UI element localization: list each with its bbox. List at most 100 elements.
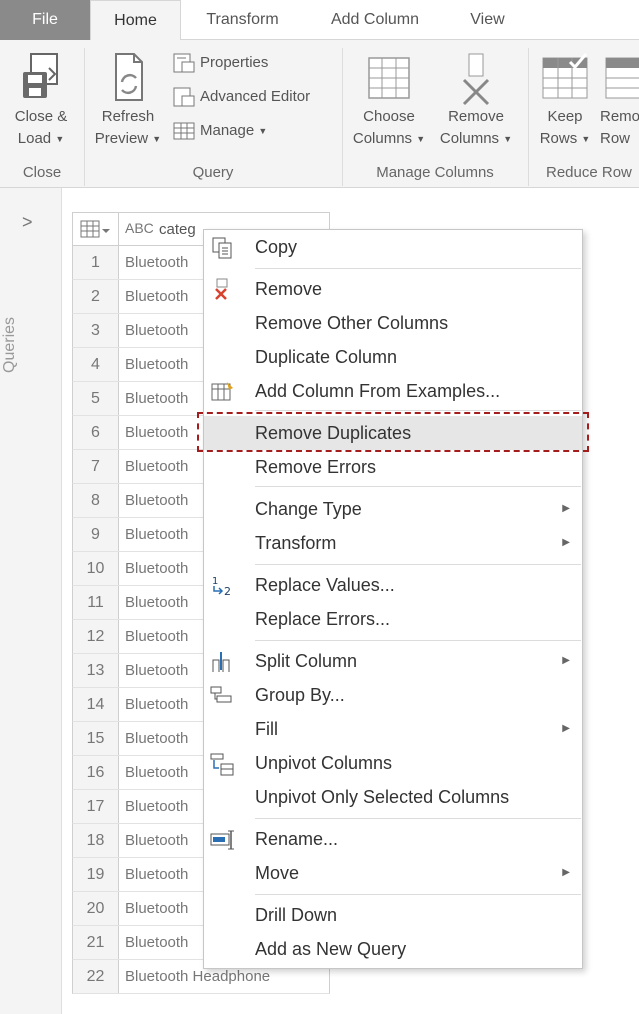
keep-rows-icon (542, 53, 588, 99)
remove-columns-icon (462, 53, 490, 106)
tab-home[interactable]: Home (90, 0, 181, 41)
row-number: 2 (73, 280, 119, 313)
table-cell[interactable]: Bluetooth (125, 348, 188, 381)
menu-item-add-column-from-examples[interactable]: Add Column From Examples... (204, 374, 582, 408)
group-label-reduce-rows: Reduce Row (546, 164, 632, 181)
menu-item-duplicate-column[interactable]: Duplicate Column (204, 340, 582, 374)
remove-rows-button[interactable]: Remo Row (600, 50, 639, 150)
menu-item-replace-errors[interactable]: Replace Errors... (204, 602, 582, 636)
row-number: 1 (73, 246, 119, 279)
menu-item-group-by[interactable]: Group By... (204, 678, 582, 712)
menu-item-replace-values[interactable]: 1 2 Replace Values... (204, 568, 582, 602)
add-column-examples-icon (209, 380, 235, 404)
menu-item-drill-down[interactable]: Drill Down (204, 898, 582, 932)
table-cell[interactable]: Bluetooth (125, 518, 188, 551)
table-cell[interactable]: Bluetooth (125, 484, 188, 517)
keep-rows-label-2: Rows ▼ (539, 130, 591, 147)
menu-item-label: Change Type (255, 499, 362, 519)
table-cell[interactable]: Bluetooth (125, 314, 188, 347)
table-cell[interactable]: Bluetooth (125, 620, 188, 653)
tab-file[interactable]: File (0, 0, 90, 40)
table-cell[interactable]: Bluetooth (125, 688, 188, 721)
menu-separator (255, 818, 581, 819)
expand-queries-chevron-icon[interactable]: > (22, 212, 33, 233)
chevron-down-icon: ▼ (581, 134, 591, 145)
row-number: 16 (73, 756, 119, 789)
row-number: 20 (73, 892, 119, 925)
menu-item-copy[interactable]: Copy (204, 230, 582, 264)
close-and-load-label-2: Load ▼ (17, 130, 65, 147)
group-label-query: Query (192, 164, 234, 181)
menu-separator (255, 486, 581, 487)
choose-columns-label-1: Choose (363, 108, 415, 125)
table-cell[interactable]: Bluetooth (125, 382, 188, 415)
advanced-editor-button[interactable]: Advanced Editor (172, 84, 310, 110)
group-label-close: Close (22, 164, 62, 181)
chevron-down-icon: ▼ (55, 134, 65, 145)
queries-pane-label: Queries (1, 316, 18, 373)
menu-item-transform[interactable]: Transform ▶ (204, 526, 582, 560)
copy-icon (209, 236, 235, 260)
row-number: 3 (73, 314, 119, 347)
menu-item-unpivot-only-selected-columns[interactable]: Unpivot Only Selected Columns (204, 780, 582, 814)
table-cell[interactable]: Bluetooth (125, 824, 188, 857)
table-cell[interactable]: Bluetooth (125, 926, 188, 959)
row-number: 14 (73, 688, 119, 721)
menu-separator (255, 640, 581, 641)
menu-item-label: Drill Down (255, 905, 338, 925)
tab-add-column[interactable]: Add Column (315, 0, 435, 40)
table-cell[interactable]: Bluetooth (125, 552, 188, 585)
menu-item-fill[interactable]: Fill ▶ (204, 712, 582, 746)
refresh-label-1: Refresh (101, 108, 155, 125)
text-type-icon[interactable]: ABC (125, 220, 154, 236)
replace-values-icon: 12 (209, 574, 235, 598)
menu-item-change-type[interactable]: Change Type ▶ (204, 492, 582, 526)
table-cell[interactable]: Bluetooth (125, 858, 188, 891)
table-cell[interactable]: Bluetooth (125, 722, 188, 755)
submenu-arrow-icon: ▶ (562, 723, 570, 734)
table-cell[interactable]: Bluetooth (125, 756, 188, 789)
submenu-arrow-icon: ▶ (562, 655, 570, 666)
rename-icon (209, 828, 235, 852)
menu-item-label: Group By... (255, 685, 345, 705)
choose-columns-button[interactable]: Choose Columns ▼ (348, 50, 430, 150)
menu-item-remove-errors[interactable]: Remove Errors (204, 450, 582, 484)
table-cell[interactable]: Bluetooth (125, 450, 188, 483)
menu-item-remove[interactable]: Remove (204, 272, 582, 306)
table-cell[interactable]: Bluetooth (125, 654, 188, 687)
remove-rows-icon (605, 57, 639, 99)
ribbon-tab-bar: File Home Transform Add Column View (0, 0, 639, 41)
menu-item-label: Add Column From Examples... (255, 381, 501, 401)
table-cell[interactable]: Bluetooth (125, 416, 188, 449)
properties-button[interactable]: Properties (172, 50, 268, 76)
menu-item-remove-other-columns[interactable]: Remove Other Columns (204, 306, 582, 340)
menu-item-label: Move (255, 863, 300, 883)
properties-icon (173, 53, 195, 73)
menu-item-split-column[interactable]: Split Column ▶ (204, 644, 582, 678)
close-and-load-button[interactable]: Close & Load ▼ (4, 50, 78, 150)
table-cell[interactable]: Bluetooth (125, 246, 188, 279)
table-cell[interactable]: Bluetooth (125, 586, 188, 619)
table-menu-button[interactable] (73, 213, 119, 245)
keep-rows-button[interactable]: Keep Rows ▼ (534, 50, 596, 150)
menu-item-add-as-new-query[interactable]: Add as New Query (204, 932, 582, 966)
group-divider (528, 48, 529, 186)
manage-button[interactable]: Manage ▼ (172, 118, 267, 144)
tab-view[interactable]: View (450, 0, 525, 40)
menu-item-label: Unpivot Columns (255, 753, 393, 773)
group-label-manage-columns: Manage Columns (376, 164, 494, 181)
menu-item-move[interactable]: Move ▶ (204, 856, 582, 890)
refresh-preview-button[interactable]: Refresh Preview ▼ (90, 50, 166, 150)
menu-item-label: Remove (255, 279, 323, 299)
table-cell[interactable]: Bluetooth (125, 280, 188, 313)
menu-item-rename[interactable]: Rename... (204, 822, 582, 856)
menu-separator (255, 410, 581, 411)
row-number: 15 (73, 722, 119, 755)
menu-item-unpivot-columns[interactable]: Unpivot Columns (204, 746, 582, 780)
table-cell[interactable]: Bluetooth (125, 892, 188, 925)
remove-columns-button[interactable]: Remove Columns ▼ (434, 50, 518, 150)
tab-transform[interactable]: Transform (190, 0, 295, 40)
menu-item-label: Fill (255, 719, 278, 739)
table-cell[interactable]: Bluetooth (125, 790, 188, 823)
submenu-arrow-icon: ▶ (562, 537, 570, 548)
